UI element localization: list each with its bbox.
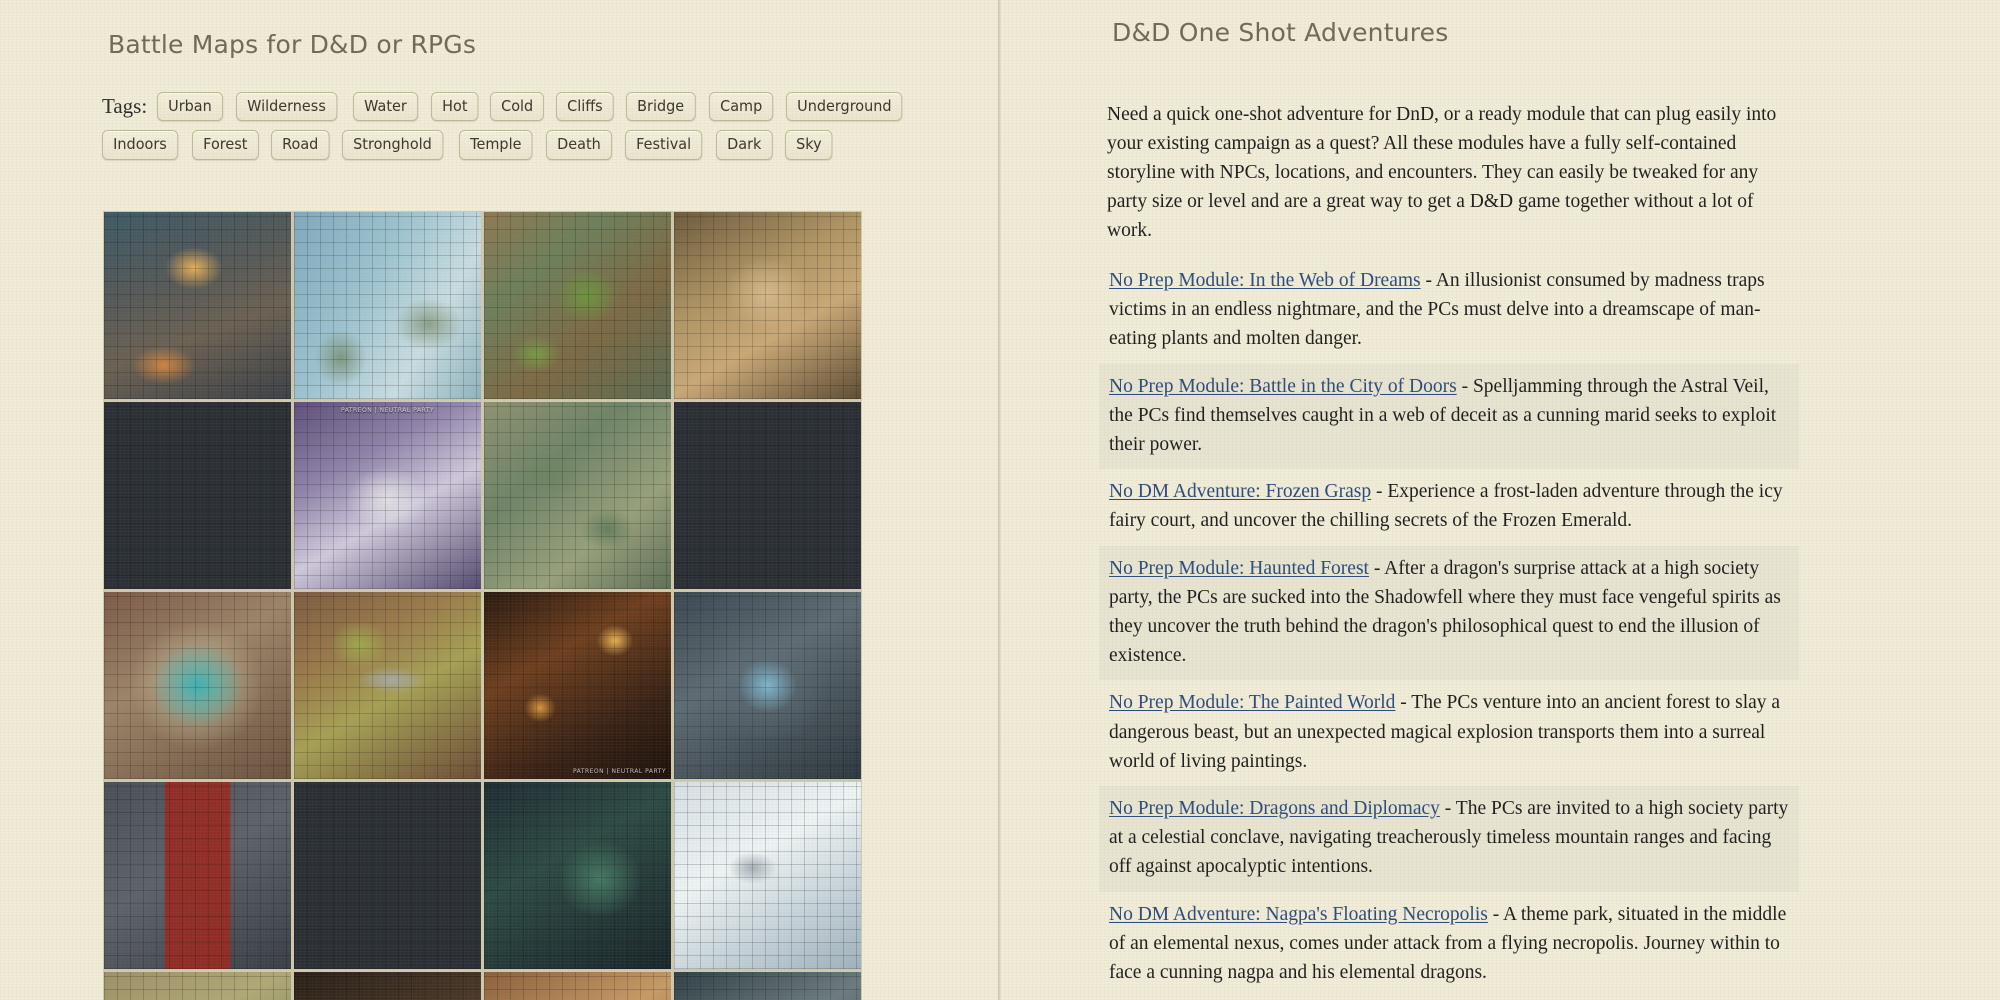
map-thumbnail-art (674, 212, 861, 399)
map-thumbnail-lava-tunnels-rail-mine[interactable]: PATREON | NEUTRAL PARTY (484, 592, 671, 779)
map-thumbnail-art (484, 972, 671, 1000)
map-thumbnail-ruined-keep-hot-spring[interactable] (674, 402, 861, 589)
map-thumbnail-flooded-arena-lagoon[interactable] (104, 592, 291, 779)
map-thumbnail-frozen-crater-ritual-site[interactable] (674, 592, 861, 779)
map-thumbnail-art (104, 782, 291, 969)
adventure-list-item: No DM Adventure: Frozen Grasp - Experien… (1099, 469, 1799, 545)
map-watermark: PATREON | NEUTRAL PARTY (340, 407, 435, 414)
tag-row: Indoors Forest Road Stronghold Temple Death Fe… (102, 130, 892, 160)
map-watermark: PATREON | NEUTRAL PARTY (572, 768, 666, 775)
adventure-list-item: No Prep Module: The Painted World - The … (1099, 680, 1799, 786)
map-thumbnail-dungeon-forge-interior[interactable] (104, 212, 291, 399)
map-thumbnail-swamp-pools-wetland[interactable] (484, 402, 671, 589)
map-thumbnail-grand-hall-red-carpet[interactable] (104, 782, 291, 969)
adventure-link[interactable]: No Prep Module: The Painted World (1109, 692, 1395, 713)
map-thumbnail-dark-forest-clearing[interactable] (484, 782, 671, 969)
map-thumbnail-art (484, 402, 671, 589)
adventure-list: No Prep Module: In the Web of Dreams - A… (1099, 258, 1799, 997)
map-thumbnail-dragon-lair-cavern[interactable] (104, 402, 291, 589)
map-thumbnail-sandstone-temple-ruins[interactable] (674, 212, 861, 399)
map-thumbnail-village-path-fields[interactable] (104, 972, 291, 1000)
battle-maps-panel: Battle Maps for D&D or RPGs Tags: Urban Wi… (0, 0, 998, 1000)
tag-chip-indoors[interactable]: Indoors (102, 130, 178, 160)
map-thumbnail-art (104, 212, 291, 399)
map-thumbnail-art (294, 592, 481, 779)
tag-chip-underground[interactable]: Underground (786, 92, 903, 122)
tags-label: Tags: (102, 94, 148, 119)
map-thumbnail-art (294, 212, 481, 399)
map-thumbnail-infernal-portal-chamber[interactable] (294, 782, 481, 969)
map-thumbnail-art (484, 212, 671, 399)
tag-chip-bridge[interactable]: Bridge (626, 92, 696, 122)
map-thumbnail-art (294, 782, 481, 969)
map-thumbnail-icy-river-boulders[interactable] (294, 212, 481, 399)
map-thumbnail-art (484, 592, 671, 779)
adventure-list-item: No Prep Module: Dragons and Diplomacy - … (1099, 786, 1799, 892)
adventures-intro-text: Need a quick one-shot adventure for DnD,… (1107, 103, 1777, 241)
map-thumbnail-purple-crystal-cave[interactable]: PATREON | NEUTRAL PARTY (294, 402, 481, 589)
map-thumbnail-art (104, 402, 291, 589)
one-shot-adventures-panel: D&D One Shot Adventures Need a quick one… (1001, 0, 2000, 1000)
tag-chip-sky[interactable]: Sky (784, 130, 833, 160)
adventure-link[interactable]: No Prep Module: Haunted Forest (1109, 558, 1369, 579)
map-thumbnail-winter-forest-road[interactable] (674, 972, 861, 1000)
adventure-list-item: No Prep Module: Haunted Forest - After a… (1099, 545, 1799, 681)
tag-chip-festival[interactable]: Festival (624, 130, 702, 160)
tag-chip-death[interactable]: Death (545, 130, 612, 160)
tag-chip-road[interactable]: Road (271, 130, 330, 160)
adventure-list-item: No Prep Module: Battle in the City of Do… (1099, 363, 1799, 470)
tag-chip-stronghold[interactable]: Stronghold (342, 130, 444, 160)
tag-chip-camp[interactable]: Camp (708, 92, 774, 122)
page-title: Battle Maps for D&D or RPGs (108, 30, 477, 59)
tag-chip-forest[interactable]: Forest (191, 130, 259, 160)
map-thumbnail-canyon-bridge-crossing[interactable] (294, 592, 481, 779)
map-thumbnail-art (674, 592, 861, 779)
map-thumbnail-art (294, 972, 481, 1000)
map-thumbnail-art (104, 972, 291, 1000)
tag-chip-cold[interactable]: Cold (489, 92, 545, 122)
adventure-link[interactable]: No Prep Module: Battle in the City of Do… (1109, 376, 1457, 397)
map-thumbnail-art (104, 592, 291, 779)
map-thumbnail-desert-canyon-ruins[interactable] (484, 972, 671, 1000)
adventure-list-item: No DM Adventure: Nagpa's Floating Necrop… (1099, 892, 1799, 998)
map-thumbnail-art (294, 402, 481, 589)
map-thumbnail-snowfield-standing-stones[interactable] (674, 782, 861, 969)
map-thumbnail-art (674, 402, 861, 589)
tag-filter-group: Tags: Urban Wilderness Water Hot Cold Cliffs Br… (102, 92, 903, 169)
adventure-link[interactable]: No DM Adventure: Frozen Grasp (1109, 481, 1371, 502)
tag-chip-dark[interactable]: Dark (715, 130, 773, 160)
adventure-link[interactable]: No Prep Module: Dragons and Diplomacy (1109, 798, 1440, 819)
adventures-title: D&D One Shot Adventures (1112, 18, 1449, 47)
tag-chip-water[interactable]: Water (352, 92, 418, 122)
tag-row: Tags: Urban Wilderness Water Hot Cold Cliffs Br… (102, 92, 903, 122)
adventure-link[interactable]: No Prep Module: In the Web of Dreams (1109, 270, 1421, 291)
tag-chip-wilderness[interactable]: Wilderness (236, 92, 338, 122)
battle-map-grid: PATREON | NEUTRAL PARTY PATREON | NEUTRAL… (103, 211, 862, 1000)
map-thumbnail-art (674, 972, 861, 1000)
tag-chip-temple[interactable]: Temple (458, 130, 533, 160)
adventure-link[interactable]: No DM Adventure: Nagpa's Floating Necrop… (1109, 904, 1488, 925)
adventure-list-item: No Prep Module: In the Web of Dreams - A… (1099, 258, 1799, 364)
map-thumbnail-green-marsh-islands[interactable] (484, 212, 671, 399)
map-thumbnail-art (674, 782, 861, 969)
tag-chip-urban[interactable]: Urban (157, 92, 224, 122)
tag-chip-hot[interactable]: Hot (430, 92, 479, 122)
tag-chip-cliffs[interactable]: Cliffs (556, 92, 615, 122)
map-thumbnail-art (484, 782, 671, 969)
map-thumbnail-goblin-warren-cave[interactable] (294, 972, 481, 1000)
